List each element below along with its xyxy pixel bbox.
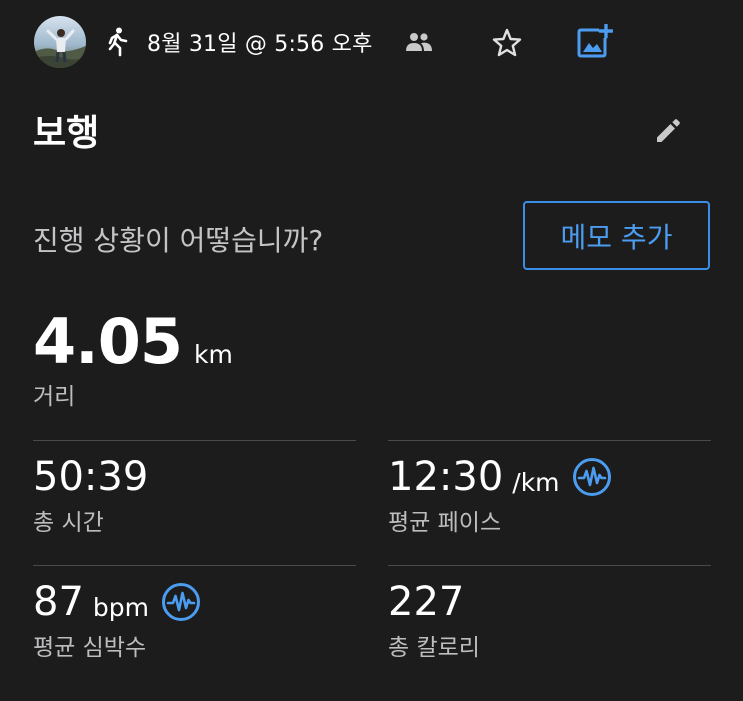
distance-stat: 4.05 km (33, 305, 233, 378)
divider (33, 440, 356, 441)
heart-rate-icon[interactable] (572, 457, 612, 497)
avg-pace-stat: 12:30 /km 평균 페이스 (388, 453, 612, 537)
activity-header: 8월 31일 @ 5:56 오후 (34, 14, 373, 70)
activity-detail-screen: 8월 31일 @ 5:56 오후 보행 진행 상황이 어떻습니까? 메모 추가 … (0, 0, 743, 701)
heart-rate-icon[interactable] (161, 582, 201, 622)
add-memo-button[interactable]: 메모 추가 (523, 201, 710, 270)
total-time-label: 총 시간 (33, 510, 104, 536)
walking-icon (106, 27, 130, 57)
divider (388, 440, 711, 441)
activity-date: 8월 31일 @ 5:56 오후 (147, 32, 373, 57)
people-icon[interactable] (406, 32, 432, 52)
avg-pace-value: 12:30 (388, 454, 504, 500)
calories-stat: 227 총 칼로리 (388, 578, 480, 662)
avg-heart-rate-stat: 87 bpm 평균 심박수 (33, 578, 201, 662)
divider (33, 565, 356, 566)
avg-heart-rate-unit: bpm (92, 592, 149, 622)
total-time-value: 50:39 (33, 454, 149, 500)
distance-label: 거리 (33, 384, 76, 410)
edit-pencil-icon[interactable] (653, 116, 683, 146)
calories-label: 총 칼로리 (388, 635, 480, 661)
progress-prompt: 진행 상황이 어떻습니까? (33, 224, 324, 257)
star-icon[interactable] (491, 27, 523, 59)
add-photo-icon[interactable] (577, 23, 614, 58)
distance-value: 4.05 (33, 305, 183, 378)
avg-heart-rate-value: 87 (33, 579, 84, 625)
total-time-stat: 50:39 총 시간 (33, 453, 148, 537)
avg-heart-rate-label: 평균 심박수 (33, 635, 147, 661)
activity-title: 보행 (33, 113, 100, 154)
calories-value: 227 (388, 579, 465, 625)
divider (388, 565, 711, 566)
avatar[interactable] (34, 16, 86, 68)
distance-unit: km (193, 340, 233, 369)
avg-pace-unit: /km (512, 467, 560, 497)
avg-pace-label: 평균 페이스 (388, 510, 502, 536)
